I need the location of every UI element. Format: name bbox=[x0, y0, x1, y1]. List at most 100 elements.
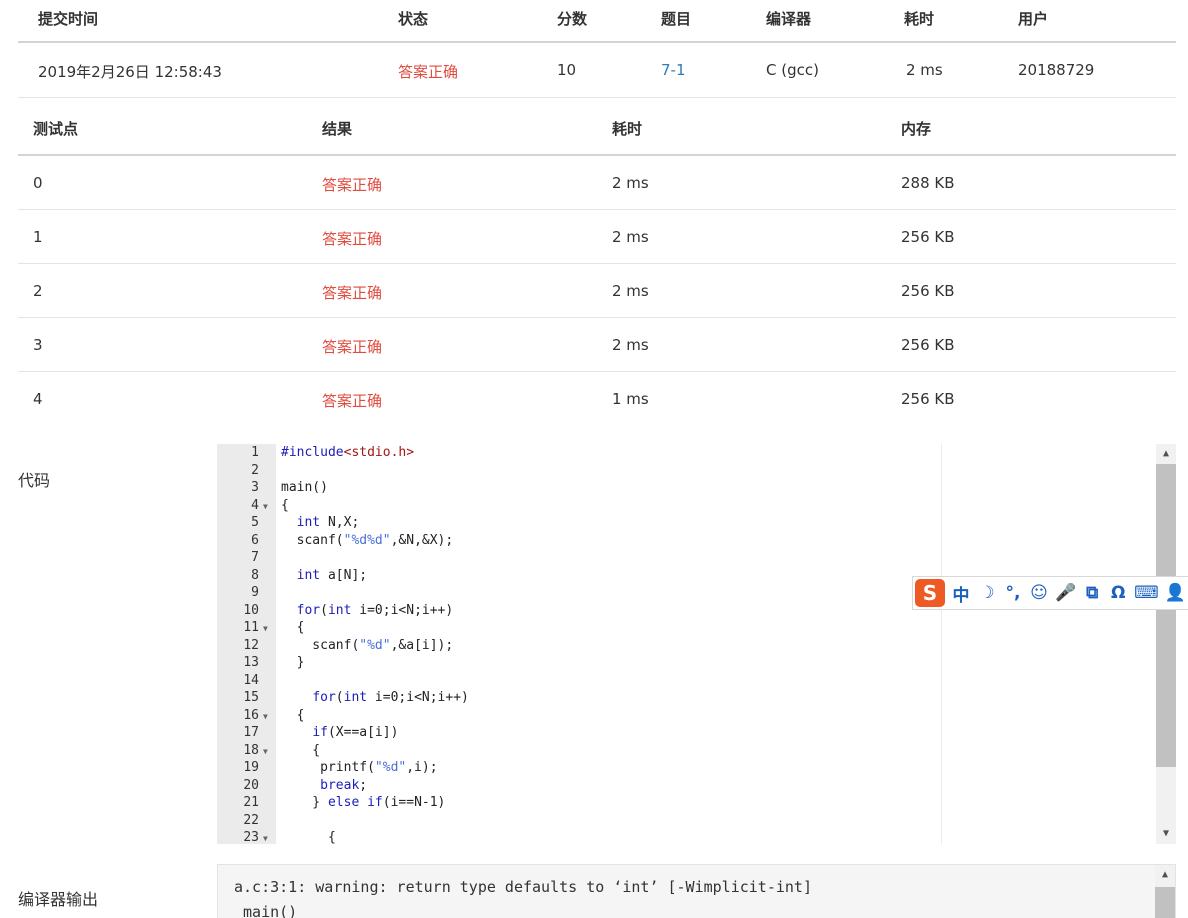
line-number: 15 bbox=[243, 690, 259, 705]
testcase-result: 答案正确 bbox=[322, 338, 383, 356]
fold-toggle-icon[interactable]: ▼ bbox=[263, 624, 268, 633]
testcase-id: 1 bbox=[33, 228, 43, 246]
scrollbar-thumb[interactable] bbox=[1155, 887, 1175, 918]
score-value: 10 bbox=[557, 61, 577, 79]
emoji-icon[interactable]: ☺ bbox=[1029, 583, 1049, 603]
line-number: 16 bbox=[243, 707, 259, 723]
testcase-memory: 256 KB bbox=[901, 336, 955, 354]
code-line[interactable]: for(int i=0;i<N;i++) bbox=[281, 690, 469, 705]
sogou-logo-icon[interactable]: S bbox=[915, 579, 945, 607]
scrollbar-thumb[interactable] bbox=[1156, 464, 1176, 767]
fold-toggle-icon[interactable]: ▼ bbox=[263, 502, 268, 511]
code-line[interactable]: { bbox=[281, 743, 320, 758]
code-line[interactable]: { bbox=[281, 498, 289, 513]
line-number: 22 bbox=[243, 812, 259, 828]
header-elapsed: 耗时 bbox=[904, 10, 935, 28]
chinese-mode-icon[interactable]: 中 bbox=[951, 581, 971, 606]
testcase-time: 1 ms bbox=[612, 390, 649, 408]
line-number: 7 bbox=[251, 550, 259, 565]
scroll-down-icon[interactable]: ▼ bbox=[1156, 824, 1176, 844]
line-number: 2 bbox=[251, 462, 259, 478]
code-line[interactable]: main() bbox=[281, 480, 328, 495]
code-line[interactable]: int N,X; bbox=[281, 515, 360, 530]
testcase-row: 0 答案正确 2 ms 288 KB bbox=[18, 156, 1176, 210]
editor-scrollbar[interactable]: ▲ ▼ bbox=[1156, 444, 1176, 844]
keyboard-icon[interactable]: ⌨ bbox=[1134, 583, 1159, 603]
fold-toggle-icon[interactable]: ▼ bbox=[263, 747, 268, 756]
testcase-memory: 288 KB bbox=[901, 174, 955, 192]
line-number: 13 bbox=[243, 655, 259, 670]
microphone-icon[interactable]: 🎤 bbox=[1055, 583, 1076, 603]
testcase-id: 0 bbox=[33, 174, 43, 192]
code-line[interactable]: } bbox=[281, 655, 305, 670]
header-compiler: 编译器 bbox=[766, 10, 812, 28]
compiler-value: C (gcc) bbox=[766, 61, 819, 79]
header-result: 结果 bbox=[322, 120, 353, 138]
code-line[interactable]: { bbox=[281, 830, 336, 844]
ime-toolbar[interactable]: S 中 ☽ °, ☺ 🎤 ⧉ Ω ⌨ 👤 bbox=[912, 576, 1188, 610]
code-label: 代码 bbox=[18, 471, 51, 490]
line-number: 10 bbox=[243, 602, 259, 618]
line-number: 18 bbox=[243, 742, 259, 758]
line-number: 5 bbox=[251, 515, 259, 530]
testcase-result: 答案正确 bbox=[322, 284, 383, 302]
code-line[interactable]: scanf("%d%d",&N,&X); bbox=[281, 533, 454, 548]
status-badge: 答案正确 bbox=[398, 63, 459, 81]
header-time: 耗时 bbox=[612, 120, 643, 138]
testcase-time: 2 ms bbox=[612, 336, 649, 354]
elapsed-value: 2 ms bbox=[906, 61, 943, 79]
half-width-moon-icon[interactable]: ☽ bbox=[977, 583, 997, 603]
testcase-result: 答案正确 bbox=[322, 392, 383, 410]
code-editor[interactable]: 1 #include<stdio.h> 2 3 main() 4 ▼{5 int N,X; 6… bbox=[217, 444, 1176, 844]
line-number: 21 bbox=[243, 795, 259, 810]
code-line[interactable]: printf("%d",i); bbox=[281, 760, 437, 775]
testcase-memory: 256 KB bbox=[901, 390, 955, 408]
compiler-output-box: a.c:3:1: warning: return type defaults t… bbox=[217, 864, 1176, 918]
header-memory: 内存 bbox=[901, 120, 932, 138]
code-line[interactable]: #include<stdio.h> bbox=[281, 445, 414, 460]
screenshot-icon[interactable]: ⧉ bbox=[1082, 583, 1102, 603]
line-number: 8 bbox=[251, 567, 259, 583]
line-number: 4 bbox=[251, 497, 259, 513]
code-line[interactable]: for(int i=0;i<N;i++) bbox=[281, 603, 454, 618]
fold-toggle-icon[interactable]: ▼ bbox=[263, 712, 268, 721]
testcase-id: 3 bbox=[33, 336, 43, 354]
problem-link[interactable]: 7-1 bbox=[661, 61, 686, 79]
line-number: 23 bbox=[243, 830, 259, 844]
header-testcase: 测试点 bbox=[33, 120, 79, 138]
testcase-header-row: 测试点 结果 耗时 内存 bbox=[18, 98, 1176, 156]
header-problem: 题目 bbox=[661, 10, 692, 28]
punctuation-icon[interactable]: °, bbox=[1003, 583, 1023, 603]
submission-header-row: 提交时间 状态 分数 题目 编译器 耗时 用户 bbox=[18, 0, 1176, 43]
submission-row: 2019年2月26日 12:58:43 答案正确 10 7-1 C (gcc) … bbox=[18, 43, 1176, 98]
testcase-row: 1 答案正确 2 ms 256 KB bbox=[18, 210, 1176, 264]
code-line[interactable]: { bbox=[281, 620, 305, 635]
scroll-up-icon[interactable]: ▲ bbox=[1155, 865, 1175, 885]
code-line[interactable]: int a[N]; bbox=[281, 568, 367, 583]
code-line[interactable]: { bbox=[281, 708, 305, 723]
compiler-output-label: 编译器输出 bbox=[18, 890, 99, 909]
user-value: 20188729 bbox=[1018, 61, 1095, 79]
compiler-output-line: main() bbox=[234, 903, 298, 918]
line-number: 12 bbox=[243, 637, 259, 653]
compiler-output-line: a.c:3:1: warning: return type defaults t… bbox=[234, 878, 812, 896]
header-score: 分数 bbox=[557, 10, 588, 28]
fold-toggle-icon[interactable]: ▼ bbox=[263, 834, 268, 843]
special-char-icon[interactable]: Ω bbox=[1108, 583, 1128, 603]
testcase-time: 2 ms bbox=[612, 174, 649, 192]
testcase-memory: 256 KB bbox=[901, 228, 955, 246]
code-line[interactable]: } else if(i==N-1) bbox=[281, 795, 445, 810]
code-line[interactable]: scanf("%d",&a[i]); bbox=[281, 638, 453, 653]
code-line[interactable]: if(X==a[i]) bbox=[281, 725, 398, 740]
testcase-memory: 256 KB bbox=[901, 282, 955, 300]
scroll-up-icon[interactable]: ▲ bbox=[1156, 444, 1176, 464]
line-number: 9 bbox=[251, 585, 259, 600]
line-number: 1 bbox=[251, 445, 259, 460]
testcase-result: 答案正确 bbox=[322, 230, 383, 248]
line-number: 11 bbox=[243, 620, 259, 635]
line-number: 17 bbox=[243, 725, 259, 740]
output-scrollbar[interactable]: ▲ bbox=[1155, 865, 1175, 918]
header-status: 状态 bbox=[398, 10, 429, 28]
code-line[interactable]: break; bbox=[281, 778, 367, 793]
user-icon[interactable]: 👤 bbox=[1165, 583, 1186, 603]
